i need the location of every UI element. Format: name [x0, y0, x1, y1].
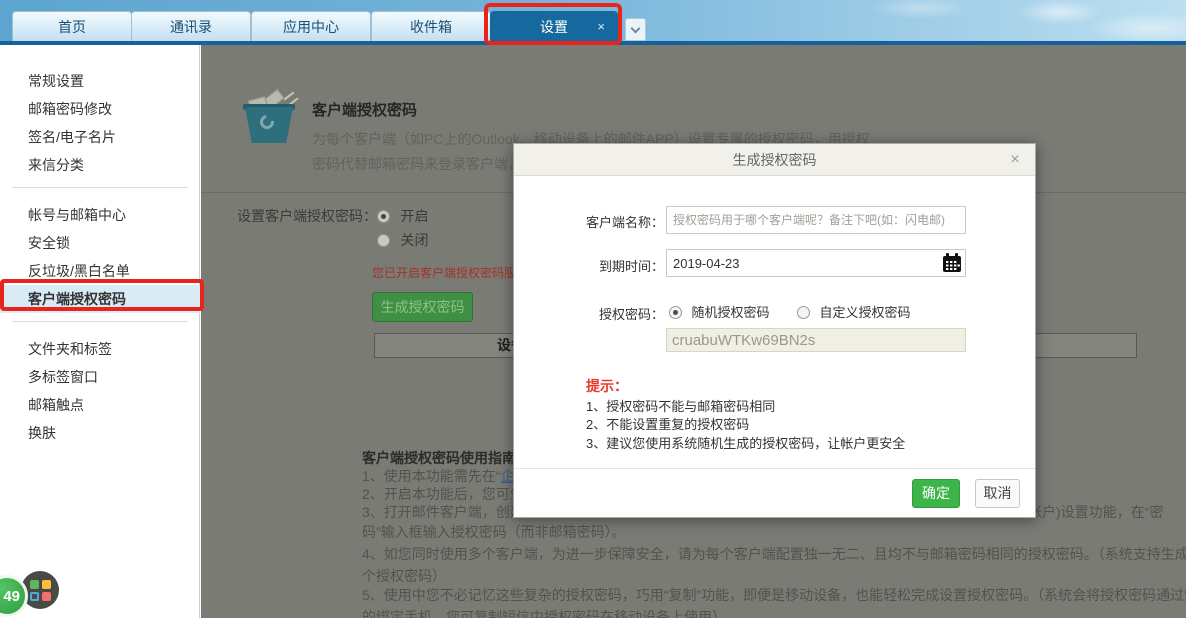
sidebar-item-skin[interactable]: 换肤: [0, 419, 200, 447]
guide-line-3-left: 3、打开邮件客户端，创建: [362, 502, 524, 522]
radio-enable-row: 开启: [377, 206, 428, 226]
radio-disable[interactable]: [377, 234, 390, 247]
guide-line-1-text: 1、使用本功能需先在“: [362, 468, 500, 484]
guide-line-3-wrap: 码”输入框输入授权密码（而非邮箱密码）。: [362, 522, 626, 542]
guide-line-3-right: 帐户)设置功能，在“密: [1028, 502, 1163, 522]
sidebar-item-antispam[interactable]: 反垃圾/黑白名单: [0, 257, 200, 285]
sidebar-item-signature[interactable]: 签名/电子名片: [0, 123, 200, 151]
footer-divider: [514, 468, 1035, 469]
cancel-button[interactable]: 取消: [975, 479, 1020, 508]
dialog-close-icon[interactable]: ×: [1005, 144, 1025, 176]
radio-random-label: 随机授权密码: [691, 305, 769, 320]
tab-contacts[interactable]: 通讯录: [131, 11, 251, 41]
launcher-square-green: [30, 580, 39, 589]
client-name-label: 客户端名称：: [564, 212, 664, 231]
tab-settings[interactable]: 设置 ×: [490, 11, 618, 41]
page-title: 客户端授权密码: [312, 99, 417, 120]
sidebar-item-mail-touchpoint[interactable]: 邮箱触点: [0, 391, 200, 419]
expire-date-input[interactable]: [666, 249, 966, 277]
sidebar-item-account-center[interactable]: 帐号与邮箱中心: [0, 201, 200, 229]
expire-date-label: 到期时间：: [564, 256, 664, 275]
confirm-button[interactable]: 确定: [912, 479, 960, 508]
tip-line-1: 1、授权密码不能与邮箱密码相同: [586, 396, 775, 415]
sidebar-item-security-lock[interactable]: 安全锁: [0, 229, 200, 257]
sidebar-item-folders-labels[interactable]: 文件夹和标签: [0, 335, 200, 363]
client-name-input[interactable]: [666, 206, 966, 234]
launcher-square-pink: [42, 592, 51, 601]
tip-line-2: 2、不能设置重复的授权密码: [586, 414, 749, 433]
tab-overflow-button[interactable]: [625, 18, 646, 41]
sidebar-item-password-change[interactable]: 邮箱密码修改: [0, 95, 200, 123]
calendar-icon[interactable]: [942, 253, 962, 273]
tip-line-3: 3、建议您使用系统随机生成的授权密码，让帐户更安全: [586, 433, 905, 452]
sidebar-item-mail-sorting[interactable]: 来信分类: [0, 151, 200, 179]
webmail-settings-page: 首页 通讯录 应用中心 收件箱 设置 × 常规设置 邮箱密码修改 签名/电子名片…: [0, 0, 1186, 618]
page-description-line2: 密码代替邮箱密码来登录客户端，: [312, 154, 522, 174]
radio-random-row: 随机授权密码: [669, 302, 769, 322]
sidebar-item-multitab[interactable]: 多标签窗口: [0, 363, 200, 391]
launcher-square-yellow: [42, 580, 51, 589]
radio-custom-password[interactable]: [797, 306, 810, 319]
sidebar-item-client-auth-password[interactable]: 客户端授权密码: [0, 285, 200, 313]
motion-line: [284, 92, 295, 101]
tab-settings-label: 设置: [540, 19, 568, 35]
radio-custom-row: 自定义授权密码: [797, 302, 910, 322]
guide-heading: 客户端授权密码使用指南: [362, 448, 516, 468]
dialog-title: 生成授权密码: [514, 144, 1035, 176]
radio-custom-label: 自定义授权密码: [819, 305, 910, 320]
tab-inbox[interactable]: 收件箱: [371, 11, 491, 41]
guide-line-1: 1、使用本功能需先在“企业: [362, 466, 528, 486]
status-text-enabled: 您已开启客户端授权密码服务: [372, 264, 528, 281]
generated-password-field[interactable]: [666, 328, 966, 352]
form-label-set-auth: 设置客户端授权密码：: [237, 206, 377, 226]
tab-home[interactable]: 首页: [12, 11, 132, 41]
auth-password-label: 授权密码：: [564, 304, 664, 323]
sidebar-divider: [12, 321, 188, 322]
badge-count: 49: [3, 588, 20, 605]
radio-disable-label: 关闭: [400, 232, 428, 248]
guide-line-4-wrap: 个授权密码）: [362, 566, 446, 586]
client-auth-bin-icon: [243, 93, 295, 145]
radio-disable-row: 关闭: [377, 230, 428, 250]
radio-enable[interactable]: [377, 210, 390, 223]
sidebar-item-general[interactable]: 常规设置: [0, 67, 200, 95]
radio-random-password[interactable]: [669, 306, 682, 319]
radio-enable-label: 开启: [400, 208, 428, 224]
guide-line-4: 4、如您同时使用多个客户端，为进一步保障安全，请为每个客户端配置独一无二、且均不…: [362, 544, 1186, 564]
close-tab-icon[interactable]: ×: [597, 12, 605, 42]
sidebar-divider: [12, 187, 188, 188]
launcher-square-blue: [30, 592, 39, 601]
generate-password-button[interactable]: 生成授权密码: [372, 292, 473, 322]
settings-sidebar: 常规设置 邮箱密码修改 签名/电子名片 来信分类 帐号与邮箱中心 安全锁 反垃圾…: [0, 45, 200, 618]
guide-line-5: 5、使用中您不必记忆这些复杂的授权密码，巧用“复制”功能，即便是移动设备，也能轻…: [362, 585, 1186, 605]
generate-password-dialog: 生成授权密码 × 客户端名称： 到期时间： 授权密码： 随机授权密码 自定义授权…: [513, 143, 1036, 518]
guide-line-2: 2、开启本功能后，您可生成: [362, 484, 538, 504]
chevron-down-icon: [631, 24, 641, 34]
tips-title: 提示：: [586, 376, 628, 396]
top-nav-bar: 首页 通讯录 应用中心 收件箱 设置 ×: [0, 0, 1186, 45]
guide-line-5-wrap: 的绑定手机。您可复制短信中授权密码在移动设备上使用）。: [362, 607, 733, 618]
tab-app-center[interactable]: 应用中心: [251, 11, 371, 41]
